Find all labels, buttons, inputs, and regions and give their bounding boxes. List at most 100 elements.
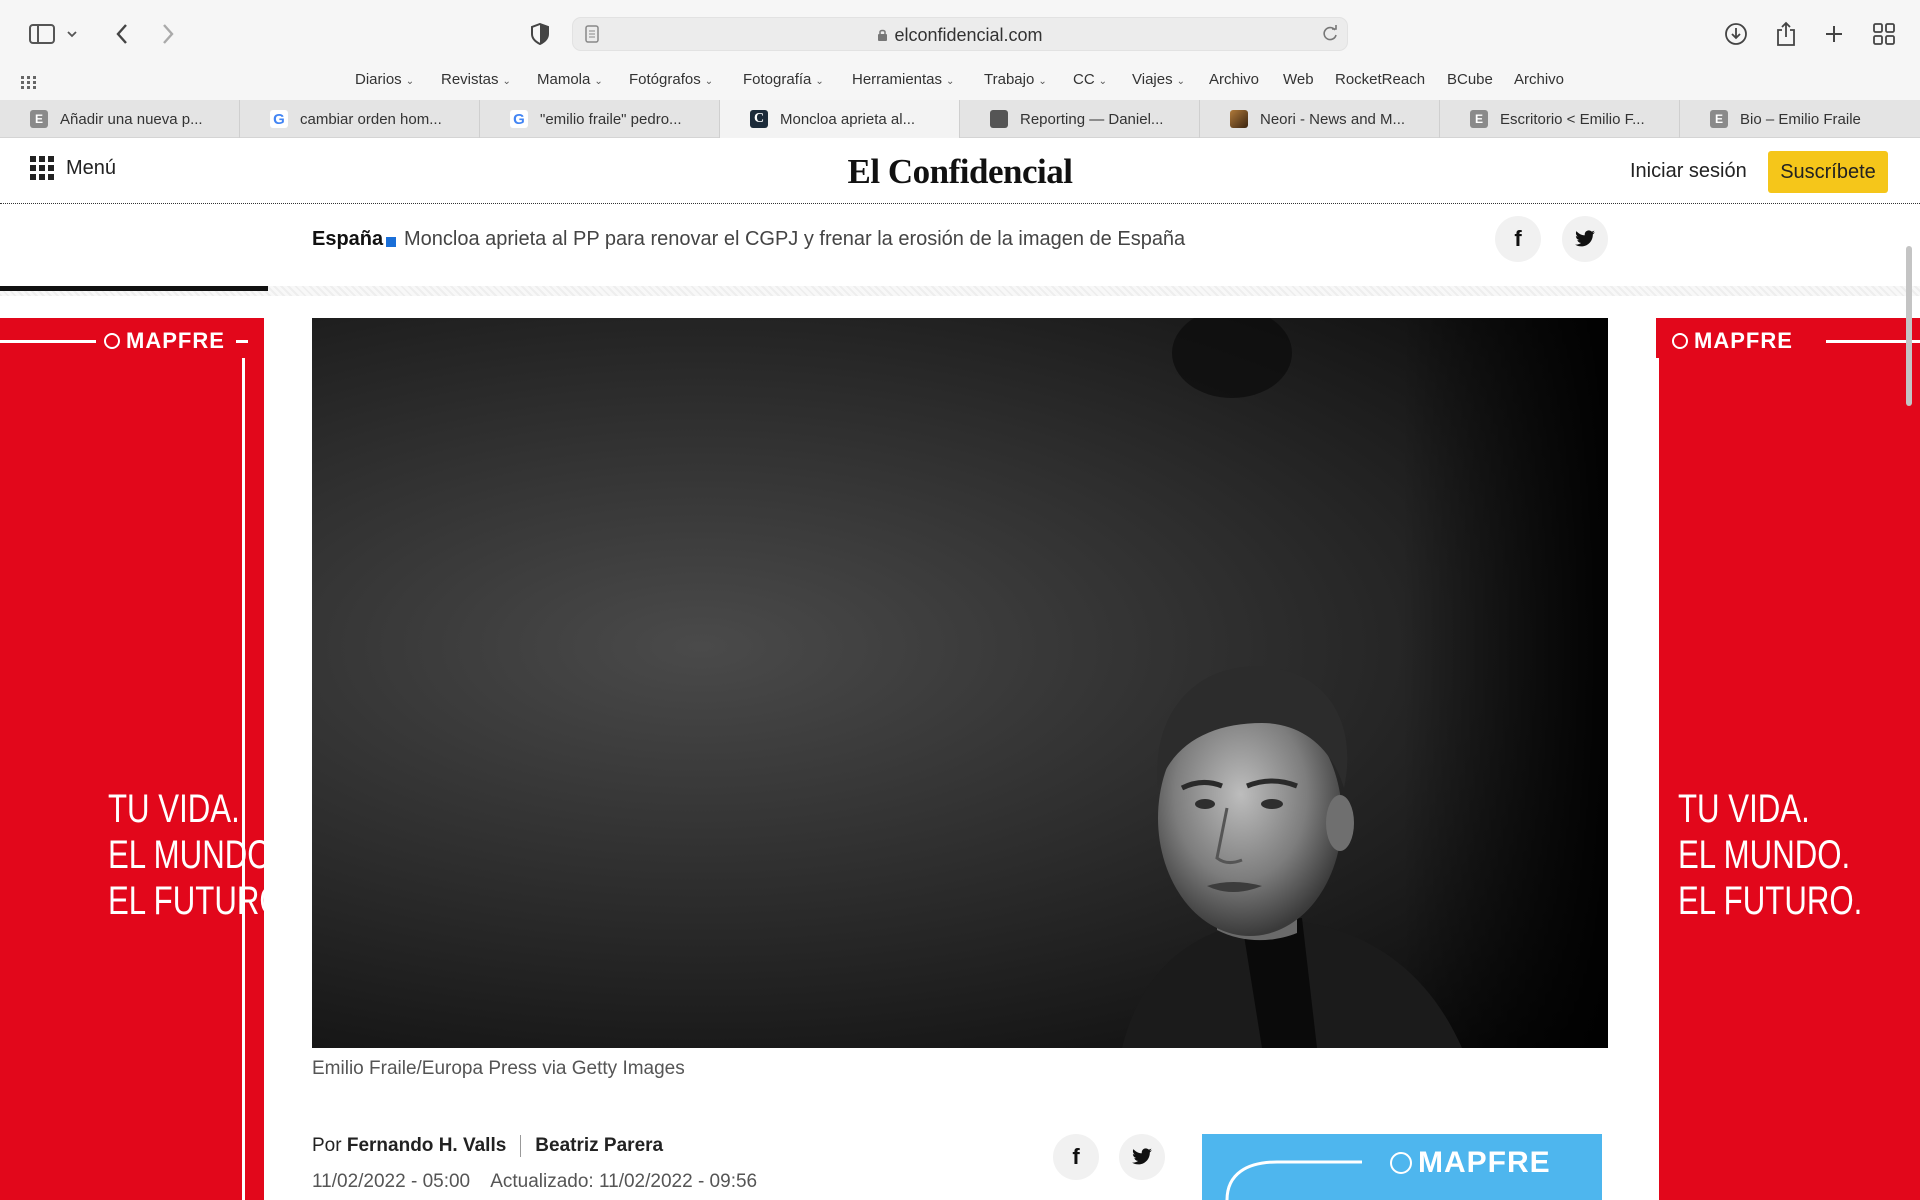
- bookmark-label: Fotógrafos: [629, 71, 701, 88]
- mapfre-mark-icon: [104, 333, 120, 349]
- bookmark-archivo-2[interactable]: Archivo: [1514, 71, 1564, 88]
- chevron-down-icon: ⌄: [704, 76, 714, 87]
- mapfre-mark-icon: [1672, 333, 1688, 349]
- ad-brand: MAPFRE: [1694, 328, 1793, 353]
- tab-bar: E Añadir una nueva p... G cambiar orden …: [0, 100, 1920, 138]
- left-ad-banner[interactable]: MAPFRE TU VIDA. EL MUNDO. EL FUTURO.: [0, 318, 264, 1200]
- twitter-share-icon[interactable]: [1562, 216, 1608, 262]
- ad-line: [242, 358, 245, 1200]
- mapfre-logo: MAPFRE: [1672, 328, 1793, 354]
- bookmark-label: CC: [1073, 71, 1095, 88]
- tab-label: Moncloa aprieta al...: [780, 110, 916, 128]
- bookmark-viajes[interactable]: Viajes ⌄: [1132, 71, 1185, 88]
- address-bar[interactable]: elconfidencial.com: [572, 17, 1348, 51]
- tab-moncloa[interactable]: C Moncloa aprieta al...: [720, 100, 960, 138]
- bookmark-diarios[interactable]: Diarios ⌄: [355, 71, 414, 88]
- bookmark-archivo[interactable]: Archivo: [1209, 71, 1259, 88]
- login-link[interactable]: Iniciar sesión: [1630, 160, 1747, 183]
- tab-escritorio[interactable]: E Escritorio < Emilio F...: [1440, 100, 1680, 138]
- sticky-headline: Moncloa aprieta al PP para renovar el CG…: [404, 228, 1186, 250]
- tab-cambiar-orden[interactable]: G cambiar orden hom...: [240, 100, 480, 138]
- browser-toolbar: elconfidencial.com: [0, 0, 1920, 68]
- bookmark-herramientas[interactable]: Herramientas ⌄: [852, 71, 954, 88]
- ad-slogan-line: EL FUTURO.: [108, 879, 264, 923]
- privacy-shield-icon[interactable]: [524, 18, 556, 50]
- page-scrollbar[interactable]: [1906, 246, 1912, 406]
- bookmark-fotografia[interactable]: Fotografía ⌄: [743, 71, 824, 88]
- inline-ad-banner[interactable]: MAPFRE: [1202, 1134, 1602, 1200]
- tab-reporting[interactable]: Reporting — Daniel...: [960, 100, 1200, 138]
- chevron-down-icon: ⌄: [594, 76, 603, 87]
- article-subnav: España Moncloa aprieta al PP para renova…: [0, 204, 1920, 296]
- section-square-icon: [386, 237, 396, 247]
- byline-divider: [520, 1135, 522, 1157]
- published-date: 11/02/2022 - 05:00: [312, 1171, 471, 1192]
- chevron-down-icon: ⌄: [1098, 76, 1108, 87]
- apps-grid-icon[interactable]: [21, 76, 37, 95]
- url-value: elconfidencial.com: [894, 25, 1043, 45]
- chevron-down-icon: ⌄: [405, 76, 415, 87]
- bookmark-bcube[interactable]: BCube: [1447, 71, 1493, 88]
- ad-slogan-line: EL FUTURO.: [1678, 879, 1863, 923]
- back-icon[interactable]: [106, 18, 138, 50]
- tab-label: Bio – Emilio Fraile: [1740, 110, 1861, 128]
- forward-icon[interactable]: [152, 18, 184, 50]
- facebook-share-icon[interactable]: f: [1053, 1134, 1099, 1180]
- bookmark-label: Viajes: [1132, 71, 1173, 88]
- article-hero-image[interactable]: [312, 318, 1608, 1048]
- tab-emilio-fraile[interactable]: G "emilio fraile" pedro...: [480, 100, 720, 138]
- bookmark-rocketreach[interactable]: RocketReach: [1335, 71, 1425, 88]
- cube-favicon-icon: [990, 110, 1008, 128]
- ad-brand: MAPFRE: [126, 328, 225, 353]
- tab-anadir[interactable]: E Añadir una nueva p...: [0, 100, 240, 138]
- author-link[interactable]: Fernando H. Valls: [347, 1135, 506, 1156]
- sidebar-toggle-icon[interactable]: [26, 18, 58, 50]
- author-link[interactable]: Beatriz Parera: [535, 1135, 663, 1156]
- chevron-down-icon[interactable]: [62, 18, 82, 50]
- bookmark-cc[interactable]: CC ⌄: [1073, 71, 1107, 88]
- new-tab-icon[interactable]: [1818, 18, 1850, 50]
- chevron-down-icon: ⌄: [502, 76, 511, 87]
- ad-line: [236, 340, 248, 343]
- ad-line: [1656, 358, 1659, 1200]
- tab-label: Escritorio < Emilio F...: [1500, 110, 1645, 128]
- downloads-icon[interactable]: [1720, 18, 1752, 50]
- tab-overview-icon[interactable]: [1868, 18, 1900, 50]
- right-ad-banner[interactable]: MAPFRE TU VIDA. EL MUNDO. EL FUTURO.: [1656, 318, 1920, 1200]
- bookmark-label: Trabajo: [984, 71, 1035, 88]
- bookmark-mamola[interactable]: Mamola ⌄: [537, 71, 603, 88]
- subscribe-button[interactable]: Suscríbete: [1768, 151, 1888, 193]
- ad-slogan: TU VIDA. EL MUNDO. EL FUTURO.: [108, 786, 264, 924]
- url-text: elconfidencial.com: [573, 25, 1347, 47]
- ad-brand: MAPFRE: [1418, 1146, 1551, 1179]
- facebook-share-icon[interactable]: f: [1495, 216, 1541, 262]
- e-favicon-icon: E: [1470, 110, 1488, 128]
- reading-progress-fill: [0, 286, 268, 291]
- article-dates: 11/02/2022 - 05:00 Actualizado: 11/02/20…: [312, 1171, 757, 1193]
- mapfre-logo: MAPFRE: [1390, 1146, 1551, 1180]
- bookmark-revistas[interactable]: Revistas ⌄: [441, 71, 511, 88]
- section-label[interactable]: España: [312, 228, 383, 251]
- e-favicon-icon: E: [1710, 110, 1728, 128]
- ad-slogan-line: EL MUNDO.: [108, 833, 264, 877]
- google-favicon-icon: G: [270, 110, 288, 128]
- twitter-share-icon[interactable]: [1119, 1134, 1165, 1180]
- bookmark-web[interactable]: Web: [1283, 71, 1314, 88]
- chevron-down-icon: ⌄: [1038, 76, 1047, 87]
- ad-slogan-line: TU VIDA.: [108, 787, 240, 831]
- tab-neori[interactable]: Neori - News and M...: [1200, 100, 1440, 138]
- updated-date: Actualizado: 11/02/2022 - 09:56: [490, 1171, 758, 1192]
- mapfre-logo: MAPFRE: [104, 328, 225, 354]
- reload-icon[interactable]: [1321, 25, 1339, 48]
- tab-bio[interactable]: E Bio – Emilio Fraile: [1680, 100, 1920, 138]
- bookmark-fotografos[interactable]: Fotógrafos ⌄: [629, 71, 713, 88]
- bookmark-label: Mamola: [537, 71, 591, 88]
- ad-slogan-line: EL MUNDO.: [1678, 833, 1851, 877]
- site-header: Menú El Confidencial Iniciar sesión Susc…: [0, 138, 1920, 204]
- tab-label: cambiar orden hom...: [300, 110, 442, 128]
- portrait-photo: [1122, 318, 1608, 1048]
- share-icon[interactable]: [1770, 18, 1802, 50]
- bookmark-label: Diarios: [355, 71, 402, 88]
- lock-icon: [877, 26, 888, 47]
- bookmark-trabajo[interactable]: Trabajo ⌄: [984, 71, 1047, 88]
